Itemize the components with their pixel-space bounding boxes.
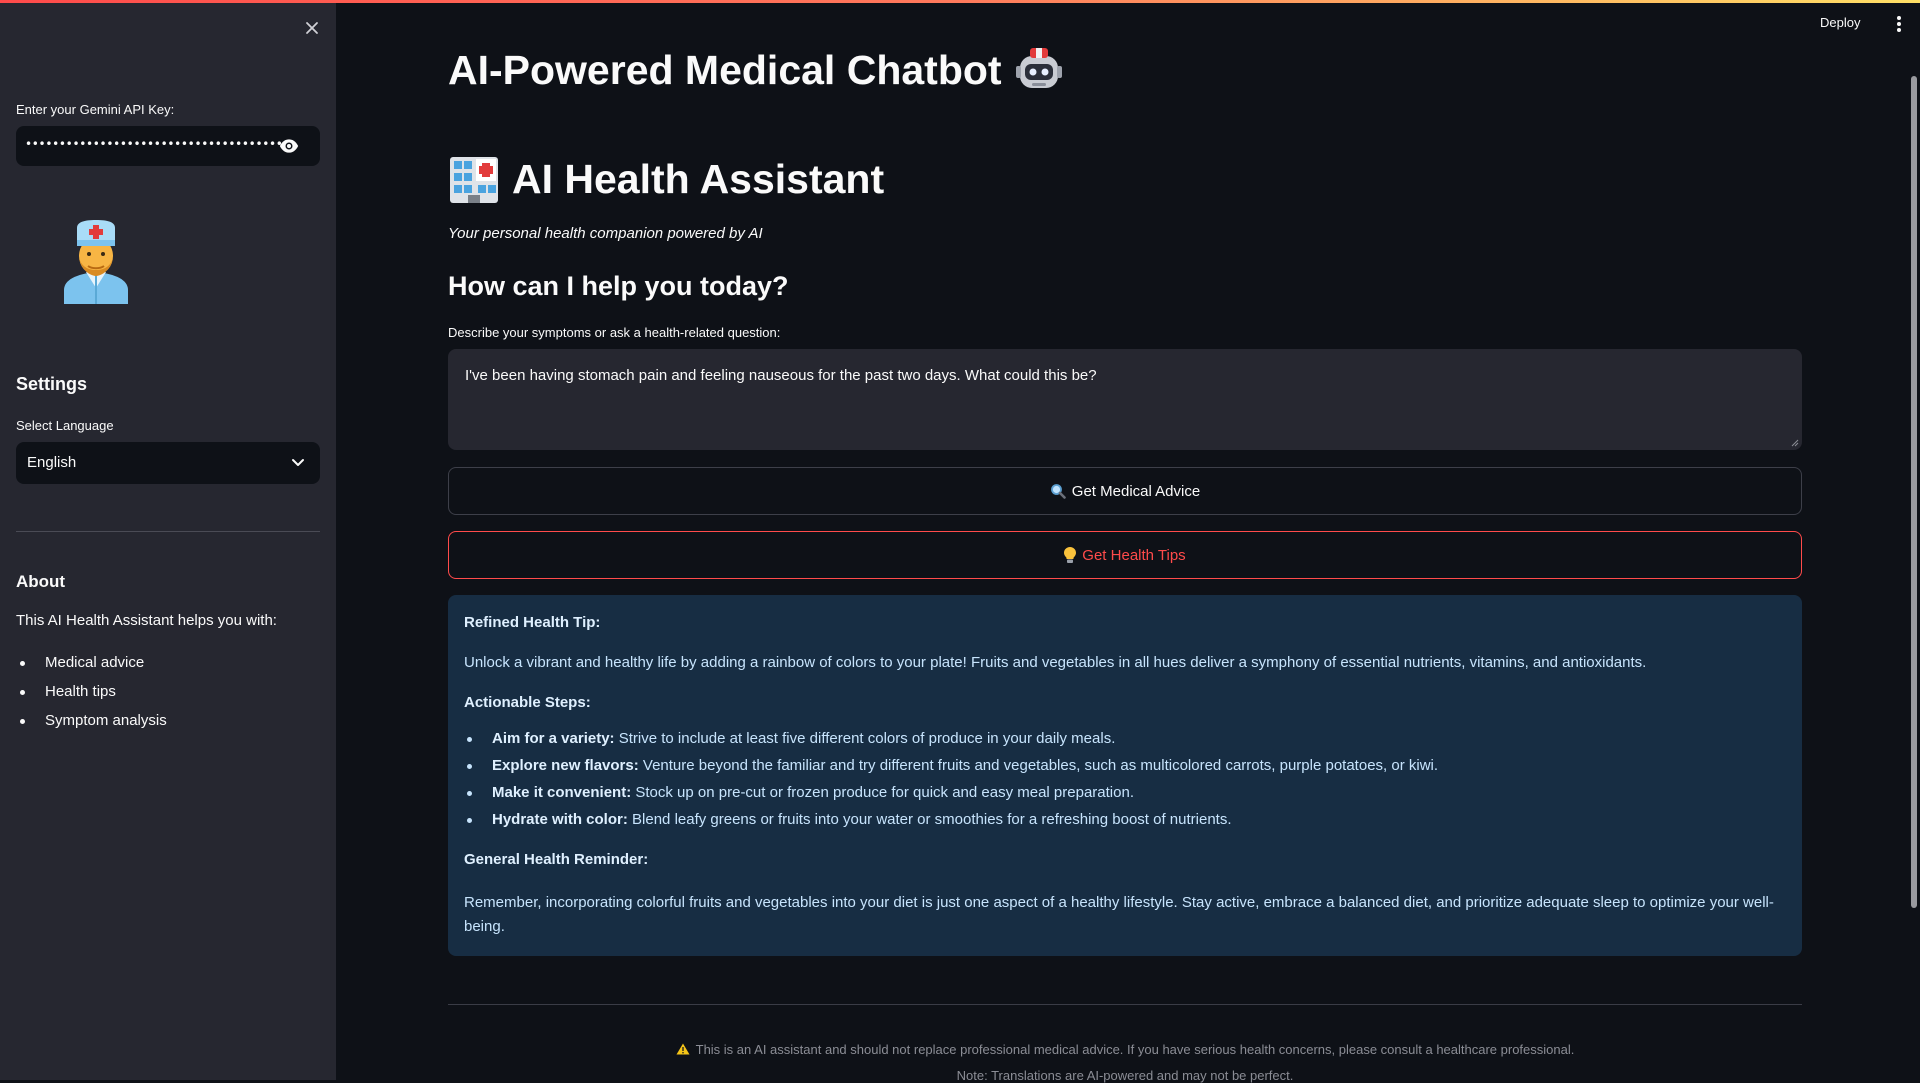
warning-icon bbox=[676, 1043, 690, 1055]
get-health-tips-label: Get Health Tips bbox=[1082, 546, 1186, 564]
get-medical-advice-button[interactable]: Get Medical Advice bbox=[448, 467, 1802, 515]
app-heading-text: AI Health Assistant bbox=[512, 155, 885, 202]
light-bulb-icon bbox=[1064, 546, 1077, 563]
sidebar-divider bbox=[16, 531, 320, 532]
language-selected-value: English bbox=[27, 454, 77, 471]
list-item: Make it convenient: Stock up on pre-cut … bbox=[464, 783, 1438, 810]
steps-list: Aim for a variety: Strive to include at … bbox=[464, 729, 1438, 837]
list-item: Medical advice bbox=[16, 651, 167, 680]
tip-heading: Refined Health Tip: bbox=[464, 614, 601, 631]
steps-heading: Actionable Steps: bbox=[464, 694, 591, 711]
main-content: AI-Powered Medical Chatbot AI Health Ass… bbox=[448, 0, 1802, 1083]
api-key-input[interactable]: ••••••••••••••••••••••••••••••••••••••• bbox=[16, 126, 320, 166]
footer-divider bbox=[448, 1004, 1802, 1005]
subtitle: Your personal health companion powered b… bbox=[448, 225, 763, 242]
close-icon bbox=[306, 22, 318, 34]
eye-icon[interactable] bbox=[278, 136, 300, 156]
list-item: Explore new flavors: Venture beyond the … bbox=[464, 756, 1438, 783]
tip-text: Unlock a vibrant and healthy life by add… bbox=[464, 654, 1647, 671]
hospital-icon bbox=[450, 157, 498, 203]
question-label: Describe your symptoms or ask a health-r… bbox=[448, 325, 781, 340]
disclaimer-text: This is an AI assistant and should not r… bbox=[695, 1042, 1575, 1057]
get-medical-advice-label: Get Medical Advice bbox=[1071, 482, 1201, 500]
step-text: Strive to include at least five differen… bbox=[618, 730, 1116, 747]
kebab-menu-icon[interactable] bbox=[1892, 14, 1906, 34]
top-decoration-bar bbox=[0, 0, 1920, 3]
step-title: Aim for a variety: bbox=[492, 730, 615, 747]
language-select[interactable]: English bbox=[16, 442, 320, 484]
reminder-text: Remember, incorporating colorful fruits … bbox=[464, 894, 1774, 935]
reminder-heading: General Health Reminder: bbox=[464, 851, 649, 868]
doctor-icon bbox=[64, 220, 128, 304]
list-item: Aim for a variety: Strive to include at … bbox=[464, 729, 1438, 756]
page-title-text: AI-Powered Medical Chatbot bbox=[448, 46, 1002, 93]
api-key-label: Enter your Gemini API Key: bbox=[16, 102, 175, 117]
settings-heading: Settings bbox=[16, 374, 88, 394]
translation-note: Note: Translations are AI-powered and ma… bbox=[956, 1068, 1294, 1083]
resize-handle-icon[interactable] bbox=[1791, 439, 1799, 447]
step-title: Hydrate with color: bbox=[492, 811, 628, 828]
close-sidebar-button[interactable] bbox=[300, 16, 324, 40]
magnifying-glass-icon bbox=[1050, 484, 1066, 499]
about-heading: About bbox=[16, 572, 66, 591]
list-item: Health tips bbox=[16, 680, 167, 709]
health-tips-result-box: Refined Health Tip: Unlock a vibrant and… bbox=[448, 595, 1802, 956]
question-textarea[interactable]: I've been having stomach pain and feelin… bbox=[448, 349, 1802, 450]
step-text: Stock up on pre-cut or frozen produce fo… bbox=[635, 784, 1134, 801]
step-title: Explore new flavors: bbox=[492, 757, 639, 774]
disclaimer: This is an AI assistant and should not r… bbox=[448, 1042, 1802, 1057]
step-title: Make it convenient: bbox=[492, 784, 632, 801]
deploy-button[interactable]: Deploy bbox=[1820, 15, 1860, 30]
robot-icon bbox=[1015, 48, 1062, 88]
sidebar: Enter your Gemini API Key: •••••••••••••… bbox=[0, 0, 336, 1080]
scrollbar[interactable] bbox=[1911, 76, 1917, 908]
get-health-tips-button[interactable]: Get Health Tips bbox=[448, 531, 1802, 579]
list-item: Symptom analysis bbox=[16, 709, 167, 738]
question-text: I've been having stomach pain and feelin… bbox=[465, 367, 1097, 384]
api-key-masked-value: ••••••••••••••••••••••••••••••••••••••• bbox=[25, 137, 290, 151]
app-heading: AI Health Assistant bbox=[448, 153, 884, 205]
help-heading: How can I help you today? bbox=[448, 271, 789, 301]
about-list: Medical advice Health tips Symptom analy… bbox=[16, 651, 167, 738]
language-label: Select Language bbox=[16, 418, 114, 433]
page-title: AI-Powered Medical Chatbot bbox=[448, 46, 1062, 94]
list-item: Hydrate with color: Blend leafy greens o… bbox=[464, 810, 1438, 837]
step-text: Venture beyond the familiar and try diff… bbox=[642, 757, 1439, 774]
chevron-down-icon bbox=[292, 459, 304, 466]
step-text: Blend leafy greens or fruits into your w… bbox=[632, 811, 1232, 828]
about-text: This AI Health Assistant helps you with: bbox=[16, 612, 277, 629]
